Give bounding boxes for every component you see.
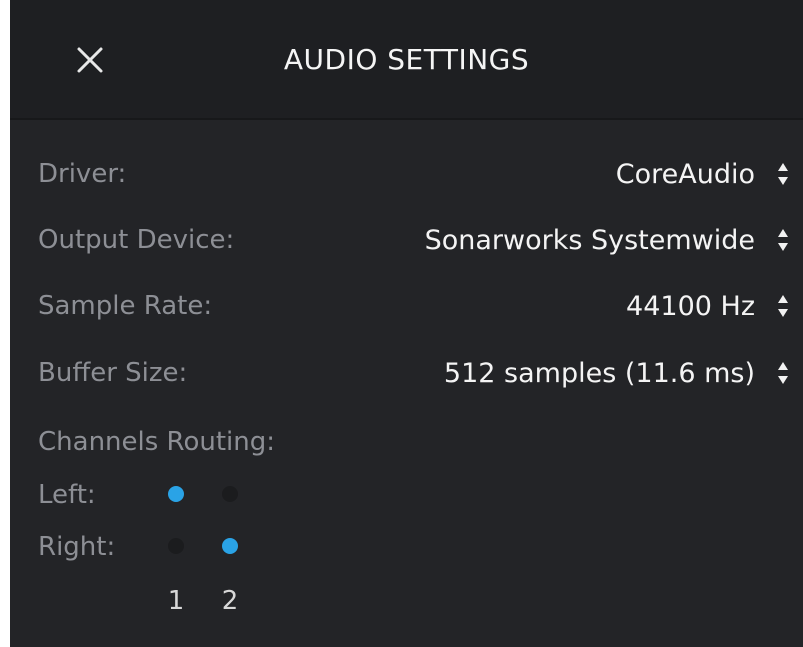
audio-settings-panel: AUDIO SETTINGS Driver: CoreAudio Output … xyxy=(10,0,803,647)
routing-dot-left-1[interactable] xyxy=(168,486,184,502)
routing-dot-right-2[interactable] xyxy=(222,538,238,554)
setting-label-output-device: Output Device: xyxy=(38,225,235,255)
up-down-arrows-icon xyxy=(773,360,793,386)
buffer-size-select[interactable]: 512 samples (11.6 ms) xyxy=(444,343,793,403)
channel-number-1: 1 xyxy=(167,586,185,616)
setting-row-buffer-size: Buffer Size: 512 samples (11.6 ms) xyxy=(10,343,803,403)
header-bar: AUDIO SETTINGS xyxy=(10,0,803,120)
driver-value: CoreAudio xyxy=(615,158,755,190)
buffer-size-value: 512 samples (11.6 ms) xyxy=(443,357,755,389)
sample-rate-value: 44100 Hz xyxy=(626,290,755,322)
channels-routing-heading: Channels Routing: xyxy=(38,427,275,457)
sample-rate-select[interactable]: 44100 Hz xyxy=(626,276,793,336)
setting-label-sample-rate: Sample Rate: xyxy=(38,291,213,321)
driver-select[interactable]: CoreAudio xyxy=(616,144,793,204)
output-device-select[interactable]: Sonarworks Systemwide xyxy=(425,210,793,270)
routing-dot-right-1[interactable] xyxy=(168,538,184,554)
routing-label-right: Right: xyxy=(38,532,116,562)
routing-dot-left-2[interactable] xyxy=(222,486,238,502)
up-down-arrows-icon xyxy=(773,161,793,187)
setting-row-driver: Driver: CoreAudio xyxy=(10,144,803,204)
setting-label-driver: Driver: xyxy=(38,159,127,189)
channel-number-2: 2 xyxy=(221,586,239,616)
up-down-arrows-icon xyxy=(773,293,793,319)
up-down-arrows-icon xyxy=(773,227,793,253)
routing-label-left: Left: xyxy=(38,480,96,510)
setting-label-buffer-size: Buffer Size: xyxy=(38,358,188,388)
setting-row-output-device: Output Device: Sonarworks Systemwide xyxy=(10,210,803,270)
output-device-value: Sonarworks Systemwide xyxy=(424,224,755,256)
setting-row-sample-rate: Sample Rate: 44100 Hz xyxy=(10,276,803,336)
page-title: AUDIO SETTINGS xyxy=(283,43,530,76)
